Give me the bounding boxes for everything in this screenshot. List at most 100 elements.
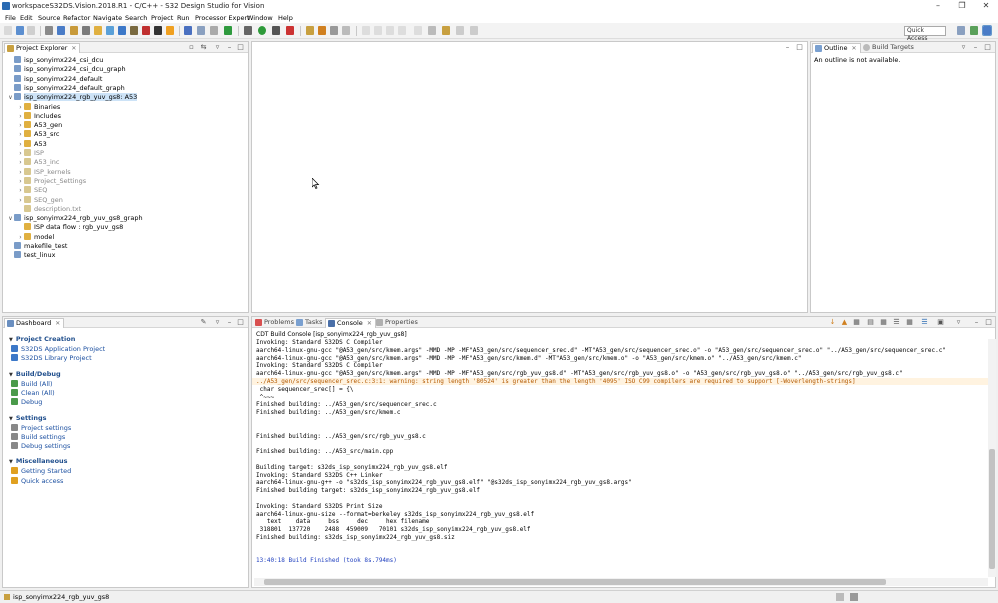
maximize-view-icon[interactable]: □ (236, 43, 245, 52)
console-horizontal-scrollbar[interactable] (254, 578, 988, 586)
external-tools-icon[interactable] (286, 26, 294, 35)
tree-item[interactable]: description.txt (17, 204, 81, 214)
tab-tasks[interactable]: Tasks (294, 318, 325, 328)
maximize-button[interactable]: ❐ (950, 0, 974, 12)
tree-item[interactable]: ∨ isp_sonyimx224_rgb_yuv_gs8_graph (7, 214, 143, 223)
toggle-mark-icon[interactable] (362, 26, 370, 35)
dashboard-link[interactable]: Build settings (11, 432, 65, 441)
new-console-icon[interactable]: ▣ (936, 318, 945, 327)
menu-run[interactable]: Run (177, 14, 189, 22)
tree-item[interactable]: › ISP (17, 149, 44, 158)
tab-build-targets[interactable]: Build Targets (861, 43, 917, 53)
dashboard-link[interactable]: Debug settings (11, 442, 70, 450)
refresh-icon[interactable] (224, 26, 232, 35)
console-dropdown-icon[interactable]: ▿ (954, 318, 963, 327)
collapse-all-icon[interactable]: ▫ (187, 43, 196, 52)
tab-project-explorer[interactable]: Project Explorer ✕ (4, 43, 81, 53)
close-button[interactable]: ✕ (974, 0, 998, 12)
scrollbar-thumb[interactable] (264, 579, 886, 585)
search-icon[interactable] (318, 26, 326, 35)
menu-help[interactable]: Help (278, 14, 293, 22)
word-wrap-icon[interactable]: ▦ (852, 318, 861, 327)
menu-file[interactable]: File (5, 14, 16, 22)
last-edit-icon[interactable] (428, 26, 436, 35)
save-all-icon[interactable] (27, 26, 35, 35)
copy-icon[interactable]: ▦ (879, 318, 888, 327)
dashboard-section-header[interactable]: ▼ Build/Debug (9, 370, 61, 378)
collapse-icon[interactable]: ▼ (9, 372, 13, 378)
chevron-right-icon[interactable]: › (17, 168, 24, 177)
close-icon[interactable]: ✕ (852, 45, 857, 52)
forward-icon[interactable] (456, 26, 464, 35)
chevron-right-icon[interactable]: › (17, 121, 24, 130)
dashboard-section-header[interactable]: ▼ Settings (9, 414, 47, 422)
tree-item[interactable]: isp_sonyimx224_csi_dcu_graph (7, 65, 126, 74)
next-annotation-icon[interactable] (398, 26, 406, 35)
minimize-view-icon[interactable]: – (783, 43, 792, 52)
maximize-view-icon[interactable]: □ (236, 318, 245, 327)
editor-area[interactable]: – □ (251, 41, 808, 313)
maximize-view-icon[interactable]: □ (983, 43, 992, 52)
settings-icon[interactable] (244, 26, 252, 35)
tree-item[interactable]: › A53_inc (17, 158, 59, 167)
view-menu-icon[interactable]: ▿ (959, 43, 968, 52)
annotation-icon[interactable] (342, 26, 350, 35)
chevron-down-icon[interactable]: ∨ (7, 214, 14, 223)
chevron-right-icon[interactable]: › (17, 112, 24, 121)
scroll-lock-icon[interactable]: ▲ (840, 318, 849, 327)
dashboard-link[interactable]: Clean (All) (11, 388, 55, 397)
tree-item[interactable]: ∨ isp_sonyimx224_rgb_yuv_gs8: A53 (7, 93, 138, 102)
link-editor-icon[interactable]: ⇆ (199, 43, 208, 52)
dashboard-link[interactable]: S32DS Library Project (11, 354, 92, 362)
chevron-right-icon[interactable]: › (17, 149, 24, 158)
open-type-icon[interactable] (306, 26, 314, 35)
chip-icon[interactable] (197, 26, 205, 35)
menu-refactor[interactable]: Refactor (63, 14, 90, 22)
tab-problems[interactable]: Problems (253, 318, 297, 328)
chevron-right-icon[interactable]: › (17, 196, 24, 205)
nav-dropdown-icon[interactable] (470, 26, 478, 35)
menu-edit[interactable]: Edit (20, 14, 33, 22)
tree-item[interactable]: makefile_test (7, 242, 67, 251)
menu-search[interactable]: Search (125, 14, 147, 22)
bug-icon[interactable] (154, 26, 162, 35)
perspective-debug-icon[interactable] (982, 25, 992, 36)
dashboard-section-header[interactable]: ▼ Project Creation (9, 335, 75, 343)
clear-console-icon[interactable]: ↓ (828, 318, 837, 327)
tab-outline[interactable]: Outline ✕ (812, 43, 861, 53)
tree-item[interactable]: › model (17, 232, 54, 242)
build-all-icon[interactable] (57, 26, 65, 35)
pin-console-icon[interactable]: ▤ (866, 318, 875, 327)
tree-item[interactable]: › A53 (17, 139, 47, 149)
menu-project[interactable]: Project (151, 14, 173, 22)
chevron-right-icon[interactable]: › (17, 158, 24, 167)
toolbox-icon[interactable] (70, 26, 78, 35)
chevron-right-icon[interactable]: › (17, 103, 24, 112)
tree-item[interactable]: isp_sonyimx224_default (7, 74, 102, 84)
dashboard-link[interactable]: Debug (11, 398, 42, 406)
dashboard-link[interactable]: Quick access (11, 476, 63, 485)
chevron-down-icon[interactable]: ∨ (7, 93, 14, 102)
run-dropdown-icon[interactable] (272, 26, 280, 35)
folder-icon[interactable] (94, 26, 102, 35)
new-icon[interactable] (4, 26, 12, 35)
dashboard-tool-icon[interactable]: ✎ (199, 318, 208, 327)
collapse-icon[interactable]: ▼ (9, 337, 13, 343)
back-icon[interactable] (442, 26, 450, 35)
run-icon[interactable] (258, 26, 266, 35)
tree-item[interactable]: › A53_gen (17, 121, 62, 130)
chevron-right-icon[interactable]: › (17, 140, 24, 149)
pin-icon[interactable] (330, 26, 338, 35)
menu-processor-expert[interactable]: Processor Expert (195, 14, 250, 22)
minimize-view-icon[interactable]: – (972, 318, 981, 327)
package-icon[interactable] (210, 26, 218, 35)
tree-item[interactable]: ISP data flow : rgb_yuv_gs8 (17, 223, 123, 232)
tab-properties[interactable]: Properties (374, 318, 421, 328)
progress-icon[interactable] (836, 593, 844, 601)
alert-icon[interactable] (166, 26, 174, 35)
tab-console[interactable]: Console ✕ (325, 318, 376, 328)
minimize-view-icon[interactable]: – (225, 318, 234, 327)
open-console-icon[interactable]: ☰ (920, 318, 929, 327)
dashboard-link[interactable]: Build (All) (11, 379, 53, 388)
chevron-right-icon[interactable]: › (17, 130, 24, 139)
